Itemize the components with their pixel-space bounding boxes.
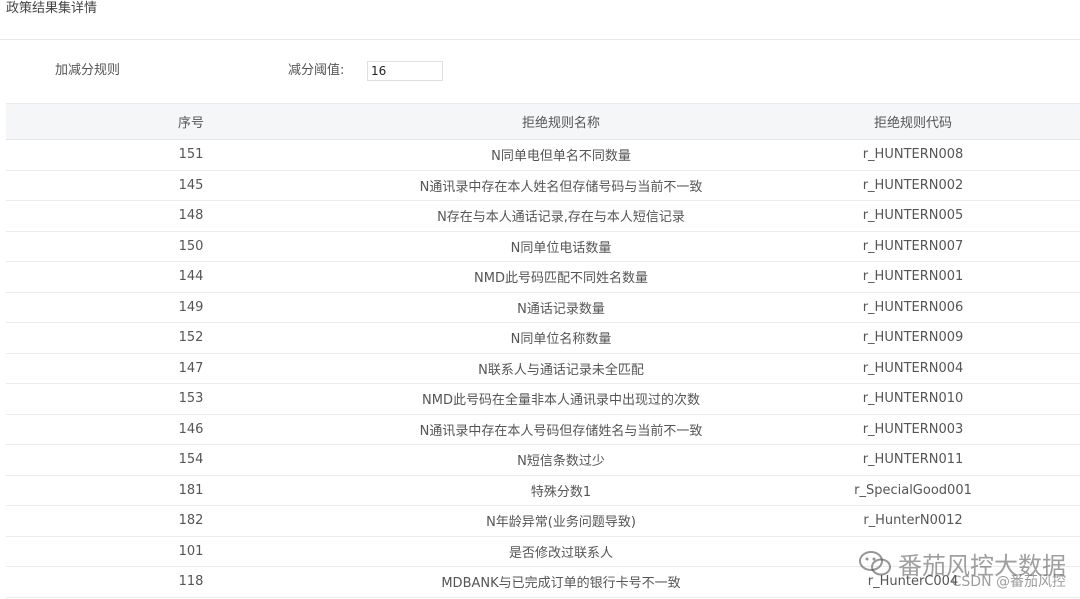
table-row: 182 N年龄异常(业务问题导致) r_HunterN0012 <box>6 505 1080 537</box>
cell-rule-name: N通讯录中存在本人号码但存储姓名与当前不一致 <box>376 414 746 445</box>
table-row: 149 N通话记录数量 r_HUNTERN006 <box>6 292 1080 323</box>
table-row: 151 N同单电但单名不同数量 r_HUNTERN008 <box>6 139 1080 171</box>
cell-rule-name: N同单电但单名不同数量 <box>376 139 746 171</box>
cell-rule-code: r_HunterN0012 <box>746 505 1080 537</box>
cell-rule-code: r_HUNTERN001 <box>746 261 1080 293</box>
table-row: 148 N存在与本人通话记录,存在与本人短信记录 r_HUNTERN005 <box>6 200 1080 232</box>
cell-rule-code: r_HUNTERN010 <box>746 383 1080 415</box>
cell-rule-name: 是否修改过联系人 <box>376 536 746 567</box>
cell-rule-code: r_HUNTERN008 <box>746 139 1080 171</box>
table-row: 152 N同单位名称数量 r_HUNTERN009 <box>6 322 1080 354</box>
cell-seq: 147 <box>6 353 376 384</box>
cell-seq: 182 <box>6 505 376 537</box>
title-divider <box>0 39 1080 40</box>
cell-rule-code: r_HUNTERN006 <box>746 292 1080 323</box>
table-row: 153 NMD此号码在全量非本人通讯录中出现过的次数 r_HUNTERN010 <box>6 383 1080 415</box>
cell-rule-name: NMD此号码在全量非本人通讯录中出现过的次数 <box>376 383 746 415</box>
rule-label: 加减分规则 <box>55 63 121 78</box>
cell-seq: 181 <box>6 475 376 506</box>
cell-rule-code: r_HUNTERN003 <box>746 414 1080 445</box>
cell-rule-name: 特殊分数1 <box>376 475 746 506</box>
cell-rule-name: N短信条数过少 <box>376 444 746 476</box>
cell-seq: 118 <box>6 566 376 598</box>
cell-seq: 146 <box>6 414 376 445</box>
cell-seq: 101 <box>6 536 376 567</box>
table-row: 181 特殊分数1 r_SpecialGood001 <box>6 475 1080 506</box>
cell-seq: 145 <box>6 170 376 201</box>
table-header-row: 序号 拒绝规则名称 拒绝规则代码 <box>6 103 1080 140</box>
cell-rule-name: MDBANK与已完成订单的银行卡号不一致 <box>376 566 746 598</box>
cell-rule-name: NMD此号码匹配不同姓名数量 <box>376 261 746 293</box>
column-header-rule-code: 拒绝规则代码 <box>746 103 1080 140</box>
cell-seq: 151 <box>6 139 376 171</box>
cell-rule-code: r_HUNTERN011 <box>746 444 1080 476</box>
table-row: 145 N通讯录中存在本人姓名但存储号码与当前不一致 r_HUNTERN002 <box>6 170 1080 201</box>
cell-rule-name: N联系人与通话记录未全匹配 <box>376 353 746 384</box>
table-row: 147 N联系人与通话记录未全匹配 r_HUNTERN004 <box>6 353 1080 384</box>
table-row: 146 N通讯录中存在本人号码但存储姓名与当前不一致 r_HUNTERN003 <box>6 414 1080 445</box>
cell-seq: 150 <box>6 231 376 262</box>
cell-rule-code: r_SpecialGood001 <box>746 475 1080 506</box>
cell-rule-name: N通话记录数量 <box>376 292 746 323</box>
cell-seq: 153 <box>6 383 376 415</box>
cell-rule-name: N年龄异常(业务问题导致) <box>376 505 746 537</box>
cell-rule-code: r_HUNTERN004 <box>746 353 1080 384</box>
threshold-label: 减分阈值: <box>288 63 345 78</box>
cell-seq: 148 <box>6 200 376 232</box>
cell-rule-code <box>746 536 1080 567</box>
table-row: 118 MDBANK与已完成订单的银行卡号不一致 r_HunterC004 <box>6 566 1080 598</box>
cell-seq: 154 <box>6 444 376 476</box>
cell-rule-name: N同单位电话数量 <box>376 231 746 262</box>
table-row: 150 N同单位电话数量 r_HUNTERN007 <box>6 231 1080 262</box>
cell-rule-code: r_HUNTERN005 <box>746 200 1080 232</box>
page-title: 政策结果集详情 <box>6 1 98 16</box>
cell-rule-name: N同单位名称数量 <box>376 322 746 354</box>
table-row: 144 NMD此号码匹配不同姓名数量 r_HUNTERN001 <box>6 261 1080 293</box>
cell-rule-code: r_HUNTERN009 <box>746 322 1080 354</box>
cell-seq: 149 <box>6 292 376 323</box>
column-header-rule-name: 拒绝规则名称 <box>376 103 746 140</box>
cell-rule-code: r_HUNTERN007 <box>746 231 1080 262</box>
cell-seq: 152 <box>6 322 376 354</box>
column-header-seq: 序号 <box>6 103 376 140</box>
threshold-input[interactable] <box>367 61 443 81</box>
watermark-subtext: CSDN @番茄风控 <box>951 574 1066 590</box>
cell-rule-code: r_HUNTERN002 <box>746 170 1080 201</box>
table-row: 101 是否修改过联系人 <box>6 536 1080 567</box>
table-row: 154 N短信条数过少 r_HUNTERN011 <box>6 444 1080 476</box>
cell-rule-name: N存在与本人通话记录,存在与本人短信记录 <box>376 200 746 232</box>
cell-seq: 144 <box>6 261 376 293</box>
cell-rule-name: N通讯录中存在本人姓名但存储号码与当前不一致 <box>376 170 746 201</box>
rules-table: 序号 拒绝规则名称 拒绝规则代码 151 N同单电但单名不同数量 r_HUNTERN… <box>6 103 1080 598</box>
